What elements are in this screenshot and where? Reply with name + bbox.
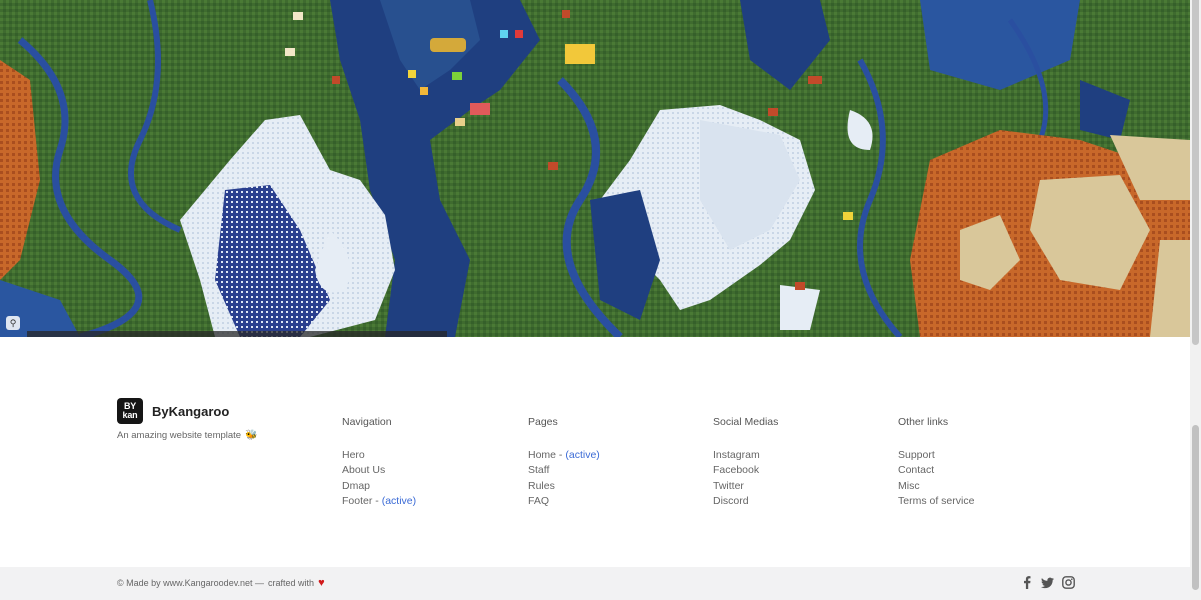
footer-link-staff[interactable]: Staff	[528, 463, 600, 478]
footer-bottom-bar: © Made by www.Kangaroodev.net — crafted …	[0, 567, 1190, 600]
footer-link-dmap[interactable]: Dmap	[342, 479, 416, 494]
brand-name: ByKangaroo	[152, 403, 230, 419]
scrollbar-track-upper	[1192, 0, 1199, 345]
footer-link-rules[interactable]: Rules	[528, 479, 600, 494]
footer-link-misc[interactable]: Misc	[898, 479, 974, 494]
scrollbar-thumb[interactable]	[1192, 425, 1199, 590]
crafted-text: crafted with	[268, 578, 315, 588]
brand-tagline: An amazing website template 🐝	[117, 430, 258, 441]
footer-link-support[interactable]: Support	[898, 448, 974, 463]
footer-link-hero[interactable]: Hero	[342, 448, 416, 463]
instagram-icon[interactable]	[1062, 576, 1075, 589]
copyright: © Made by www.Kangaroodev.net — crafted …	[117, 577, 325, 589]
page-scrollbar[interactable]	[1190, 0, 1201, 600]
footer-link-faq[interactable]: FAQ	[528, 494, 600, 509]
map-link-icon[interactable]: ⚲	[6, 316, 20, 330]
column-title: Other links	[898, 416, 949, 428]
made-by-text[interactable]: © Made by www.Kangaroodev.net —	[117, 578, 264, 588]
brand-logo: BY kan	[117, 398, 143, 424]
map-coordinates-bar	[27, 331, 447, 337]
bee-icon: 🐝	[245, 429, 258, 441]
footer-brand[interactable]: BY kan ByKangaroo	[117, 398, 229, 424]
tagline-text: An amazing website template	[117, 430, 242, 441]
footer-column-pages: Pages Home - (active) Staff Rules FAQ	[528, 416, 600, 509]
footer-link-instagram[interactable]: Instagram	[713, 448, 778, 463]
twitter-icon[interactable]	[1041, 576, 1054, 589]
world-map[interactable]: ⚲	[0, 0, 1190, 337]
footer-link-contact[interactable]: Contact	[898, 463, 974, 478]
footer-column-other-links: Other links Support Contact Misc Terms o…	[898, 416, 974, 509]
footer-link-footer[interactable]: Footer - (active)	[342, 494, 416, 509]
footer-link-home[interactable]: Home - (active)	[528, 448, 600, 463]
column-title: Social Medias	[713, 416, 779, 428]
heart-icon: ♥	[318, 577, 325, 589]
map-tiles	[0, 0, 1190, 337]
footer-link-terms-of-service[interactable]: Terms of service	[898, 494, 974, 509]
social-icons	[1020, 576, 1075, 589]
active-indicator: (active)	[381, 494, 417, 507]
footer-link-facebook[interactable]: Facebook	[713, 463, 778, 478]
footer-column-navigation: Navigation Hero About Us Dmap Footer - (…	[342, 416, 416, 509]
footer-link-twitter[interactable]: Twitter	[713, 479, 778, 494]
column-title: Pages	[528, 416, 558, 428]
active-indicator: (active)	[565, 449, 600, 461]
footer-column-social-medias: Social Medias Instagram Facebook Twitter…	[713, 416, 778, 509]
footer-link-about-us[interactable]: About Us	[342, 463, 416, 478]
footer-link-discord[interactable]: Discord	[713, 494, 778, 509]
logo-text-bottom: kan	[122, 410, 138, 420]
facebook-icon[interactable]	[1020, 576, 1033, 589]
column-title: Navigation	[342, 416, 392, 428]
